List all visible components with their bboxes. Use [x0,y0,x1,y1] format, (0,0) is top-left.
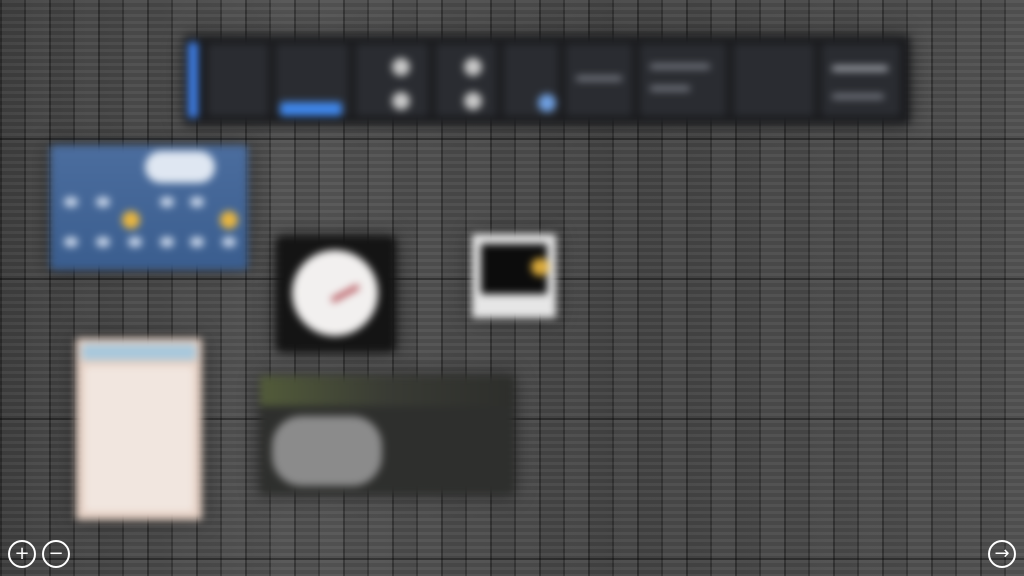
system-toolbar-gadget[interactable] [184,36,910,124]
weather-day-icon [190,197,204,207]
toolbar-accent-strip [188,42,198,118]
cloud-icon [145,151,215,183]
photo-image [481,244,549,294]
sun-icon [122,211,140,229]
weather-day-icon [64,237,78,247]
weather-gadget[interactable] [50,145,248,270]
toolbar-panel [734,44,814,116]
calendar-grid [84,366,194,512]
toolbar-graph-line [650,64,710,69]
weather-day-icon [190,237,204,247]
weather-day-icon [64,197,78,207]
toolbar-knob[interactable] [392,58,410,76]
sun-icon [531,258,549,276]
toolbar-progress-bar [280,102,342,116]
toolbar-knob[interactable] [392,92,410,110]
next-page-button[interactable]: → [988,540,1016,568]
weather-day-icon [128,237,142,247]
photo-gadget[interactable] [472,234,556,318]
weather-day-icon [96,197,110,207]
toolbar-panel [208,44,268,116]
clock-hand [330,284,360,303]
zoom-in-button[interactable]: + [8,540,36,568]
arrow-right-circle-icon: → [994,543,1010,564]
plus-circle-icon: + [14,543,30,564]
toolbar-graph-line [832,94,884,99]
calendar-header [82,344,196,360]
toolbar-panel [356,44,428,116]
toolbar-graph-line [832,66,888,71]
sun-icon [220,211,238,229]
toolbar-panel [640,44,726,116]
toolbar-knob[interactable] [464,92,482,110]
clock-face [292,250,378,336]
weather-day-icon [222,237,236,247]
weather-day-icon [96,237,110,247]
toolbar-graph-line [650,86,690,91]
toolbar-graph-line [576,76,622,81]
toolbar-knob[interactable] [538,94,556,112]
media-thumbnail [272,416,382,486]
weather-day-icon [160,197,174,207]
weather-day-icon [160,237,174,247]
toolbar-panel [822,44,900,116]
toolbar-knob[interactable] [464,58,482,76]
media-header [260,376,514,406]
media-gadget[interactable] [260,376,514,494]
minus-circle-icon: − [48,543,64,564]
calendar-gadget[interactable] [76,338,202,520]
clock-gadget[interactable] [276,236,396,352]
zoom-out-button[interactable]: − [42,540,70,568]
